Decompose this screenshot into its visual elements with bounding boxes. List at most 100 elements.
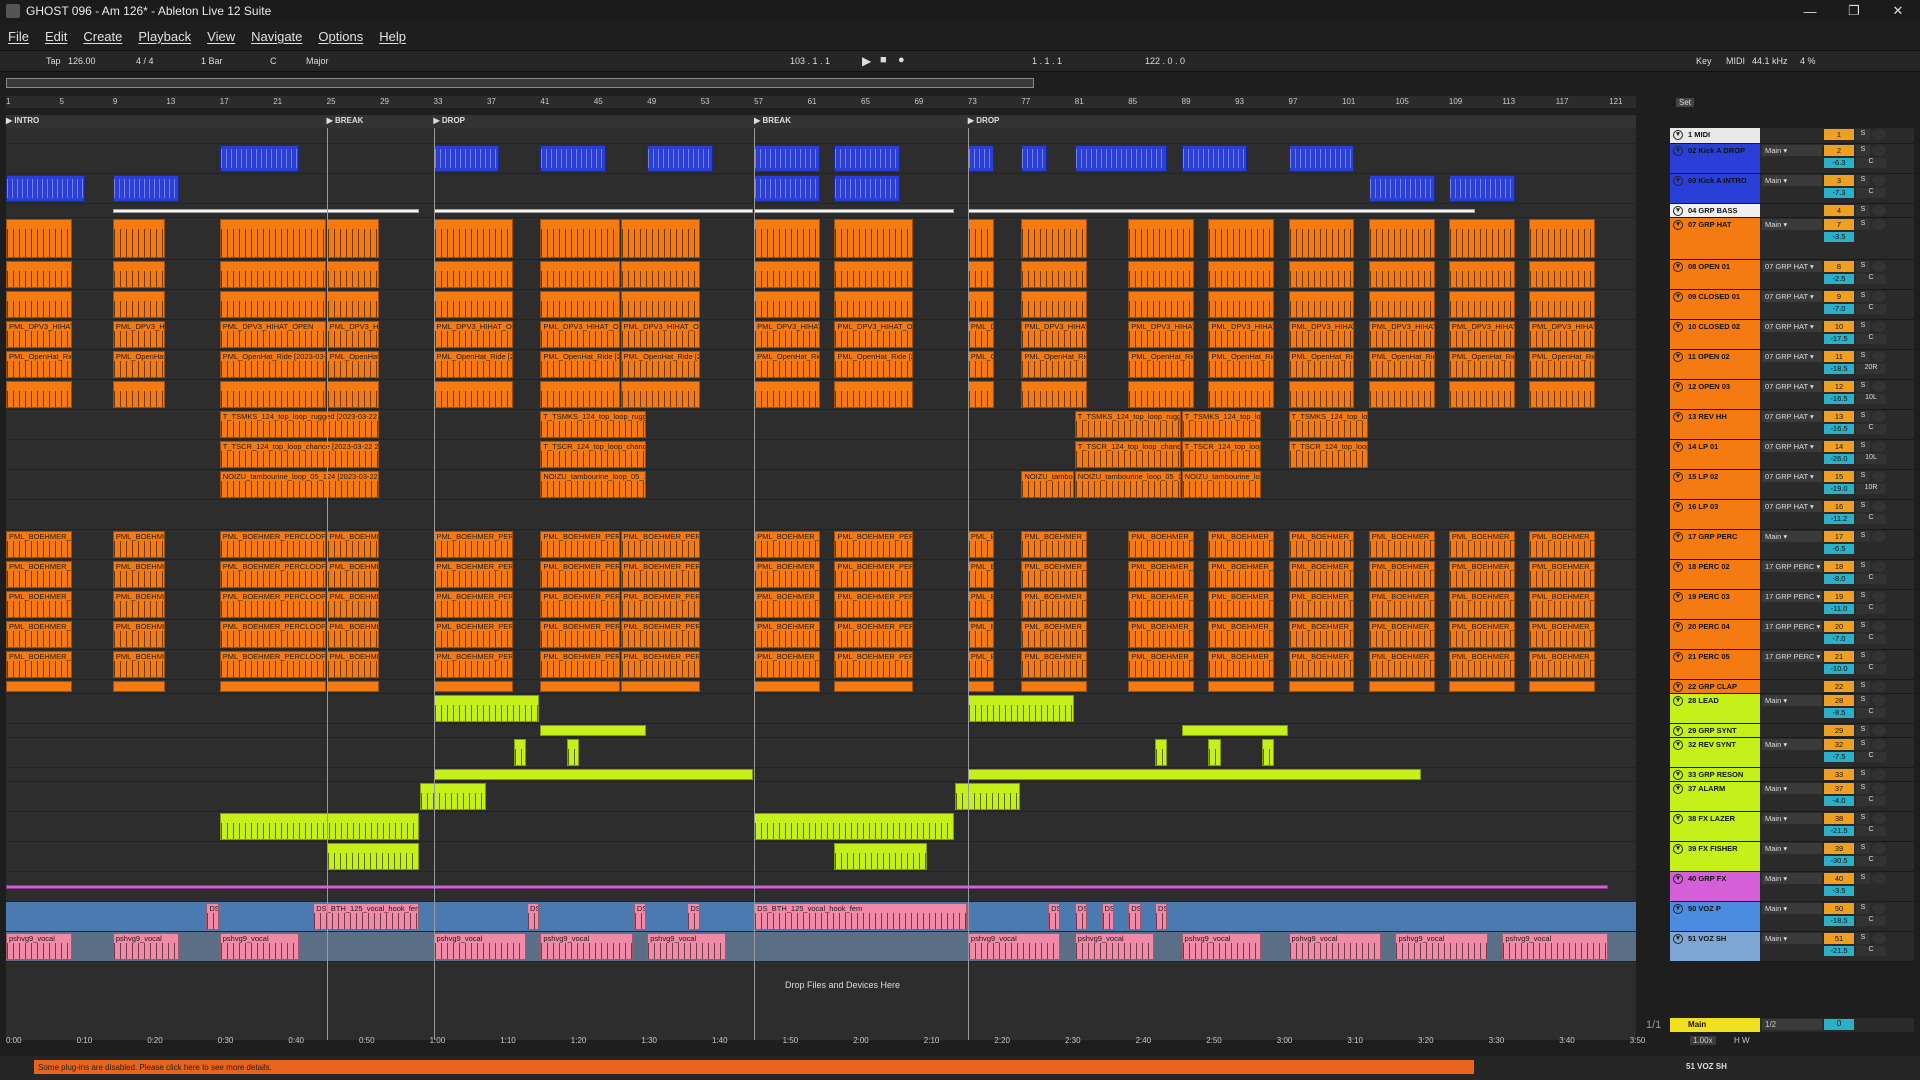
- track-lane[interactable]: [6, 290, 1636, 320]
- locator-break[interactable]: ▶ BREAK: [327, 116, 364, 125]
- track-lane[interactable]: [6, 738, 1636, 768]
- fold-icon[interactable]: ▾: [1673, 262, 1683, 272]
- clip[interactable]: PML_BOEHMER_PERCLOOP: [219, 651, 326, 678]
- clip[interactable]: PML_BOEHMER_PERCLOOP: [754, 651, 820, 678]
- clip[interactable]: PML_BOEHMER_PERCLOOP: [1021, 621, 1088, 648]
- clip[interactable]: [112, 381, 166, 408]
- track-pan[interactable]: 10L: [1856, 394, 1886, 404]
- track-header[interactable]: 32 REV SYNT ▾ Main ▾ 32 S -7.5 C: [1670, 738, 1914, 768]
- clip[interactable]: [1368, 381, 1435, 408]
- track-volume[interactable]: -10.0: [1824, 664, 1854, 674]
- clip[interactable]: T_TSMKS_124_top_loop_rugged [2023-03-22 …: [1181, 411, 1261, 438]
- clip[interactable]: PML_OpenHat_Ride [2023-03-22 115323]: [620, 351, 700, 378]
- track-activator[interactable]: 1: [1824, 129, 1854, 140]
- clip[interactable]: [1529, 219, 1595, 258]
- solo-button[interactable]: S: [1856, 129, 1870, 140]
- track-lane[interactable]: [6, 174, 1636, 204]
- clip[interactable]: PML_BOEHMER_PERCLOOP: [433, 531, 513, 558]
- clip[interactable]: pshvg9_vocal: [1288, 933, 1382, 960]
- clip[interactable]: PML_BOEHMER_PERCLOOP: [6, 621, 72, 648]
- clip[interactable]: PML_BOEHMER_PERCLOOP: [1448, 561, 1515, 588]
- clip[interactable]: PML_BOEHMER_PERCLOOP: [1208, 561, 1275, 588]
- track-header[interactable]: 15 LP 02 ▾ 07 GRP HAT ▾ 15 S -19.0 10R: [1670, 470, 1914, 500]
- solo-button[interactable]: S: [1856, 411, 1870, 422]
- arm-button[interactable]: [1872, 501, 1886, 512]
- solo-button[interactable]: S: [1856, 843, 1870, 854]
- track-activator[interactable]: 17: [1824, 531, 1854, 542]
- clip[interactable]: [219, 145, 299, 172]
- track-volume[interactable]: -7.3: [1824, 188, 1854, 198]
- clip[interactable]: PML_BOEHMER_PERCLOOP: [6, 561, 72, 588]
- clip[interactable]: PML_BOEHMER_PERCLOOP: [620, 591, 700, 618]
- arm-button[interactable]: [1872, 933, 1886, 944]
- track-activator[interactable]: 14: [1824, 441, 1854, 452]
- clip[interactable]: [1288, 381, 1355, 408]
- clip[interactable]: PML_BOEHMER_PERCLOOP: [1368, 591, 1435, 618]
- clip[interactable]: pshvg9_vocal: [1181, 933, 1261, 960]
- clip[interactable]: [1368, 291, 1435, 318]
- fold-icon[interactable]: ▾: [1673, 502, 1683, 512]
- track-pan[interactable]: C: [1856, 826, 1886, 836]
- fold-icon[interactable]: ▾: [1673, 206, 1683, 216]
- clip[interactable]: PML_DPV3_HIHAT_OPEN: [540, 321, 620, 348]
- track-header[interactable]: 08 OPEN 01 ▾ 07 GRP HAT ▾ 8 S -2.5 C: [1670, 260, 1914, 290]
- clip[interactable]: PML_OpenHat_Ride [2023-03-22 115323]: [834, 351, 914, 378]
- track-volume[interactable]: -17.5: [1824, 334, 1854, 344]
- track-volume[interactable]: -7.5: [1824, 752, 1854, 762]
- clip[interactable]: PML_OpenHat_Ride [2023-03-22 115323]: [219, 351, 326, 378]
- track-route[interactable]: Main ▾: [1762, 933, 1822, 944]
- arm-button[interactable]: [1872, 351, 1886, 362]
- clip[interactable]: [834, 261, 914, 288]
- clip[interactable]: PML_BOEHMER_PERCLOOP: [620, 651, 700, 678]
- track-activator[interactable]: 19: [1824, 591, 1854, 602]
- clip[interactable]: PML_BOEHMER_PERCLOOP: [1288, 621, 1355, 648]
- menu-navigate[interactable]: Navigate: [251, 29, 302, 44]
- fold-icon[interactable]: ▾: [1673, 592, 1683, 602]
- clip[interactable]: [1448, 219, 1515, 258]
- track-volume[interactable]: -21.5: [1824, 946, 1854, 956]
- solo-button[interactable]: S: [1856, 621, 1870, 632]
- solo-button[interactable]: S: [1856, 813, 1870, 824]
- clip[interactable]: [1128, 291, 1195, 318]
- fold-icon[interactable]: ▾: [1673, 652, 1683, 662]
- clip[interactable]: PML_BOEHMER_PERCLOOP: [540, 621, 620, 648]
- clip[interactable]: PML_BOEHMER_PERCLOOP: [1021, 561, 1088, 588]
- arm-button[interactable]: [1872, 411, 1886, 422]
- clip[interactable]: [219, 381, 326, 408]
- clip[interactable]: [540, 219, 620, 258]
- clip[interactable]: PML_BOEHMER_PERCLOOP: [326, 531, 380, 558]
- solo-button[interactable]: S: [1856, 291, 1870, 302]
- clip[interactable]: [754, 145, 820, 172]
- clip[interactable]: [967, 695, 1074, 722]
- clip[interactable]: PML_BOEHMER_PERCLOOP: [1208, 531, 1275, 558]
- clip[interactable]: [1021, 681, 1088, 692]
- clip[interactable]: [967, 291, 994, 318]
- clip[interactable]: [1529, 261, 1595, 288]
- track-header[interactable]: 02 Kick A DROP ▾ Main ▾ 2 S -6.3 C: [1670, 144, 1914, 174]
- solo-button[interactable]: S: [1856, 261, 1870, 272]
- clip[interactable]: [219, 813, 420, 840]
- track-activator[interactable]: 37: [1824, 783, 1854, 794]
- track-route[interactable]: Main ▾: [1762, 695, 1822, 706]
- clip[interactable]: [1368, 219, 1435, 258]
- solo-button[interactable]: S: [1856, 561, 1870, 572]
- track-activator[interactable]: 38: [1824, 813, 1854, 824]
- clip[interactable]: [834, 145, 901, 172]
- clip[interactable]: PML_BOEHMER_PERCLOOP: [1128, 651, 1195, 678]
- clip[interactable]: PML_BOEHMER_PERCLOOP: [754, 591, 820, 618]
- track-lane[interactable]: [6, 260, 1636, 290]
- clip[interactable]: pshvg9_vocal: [1502, 933, 1609, 960]
- clip[interactable]: PML_BOEHMER_PERCLOOP: [620, 561, 700, 588]
- clip[interactable]: [567, 739, 580, 766]
- track-route[interactable]: Main ▾: [1762, 813, 1822, 824]
- clip[interactable]: [967, 681, 994, 692]
- record-icon[interactable]: ●: [898, 54, 905, 66]
- clip[interactable]: PML_BOEHMER_PERCLOOP: [834, 621, 914, 648]
- arm-button[interactable]: [1872, 903, 1886, 914]
- clip[interactable]: [754, 175, 820, 202]
- track-activator[interactable]: 8: [1824, 261, 1854, 272]
- clip[interactable]: DS: [1101, 903, 1114, 930]
- track-activator[interactable]: 15: [1824, 471, 1854, 482]
- fold-icon[interactable]: ▾: [1673, 220, 1683, 230]
- clip[interactable]: PML_BOEHMER_PERCLOOP: [1288, 651, 1355, 678]
